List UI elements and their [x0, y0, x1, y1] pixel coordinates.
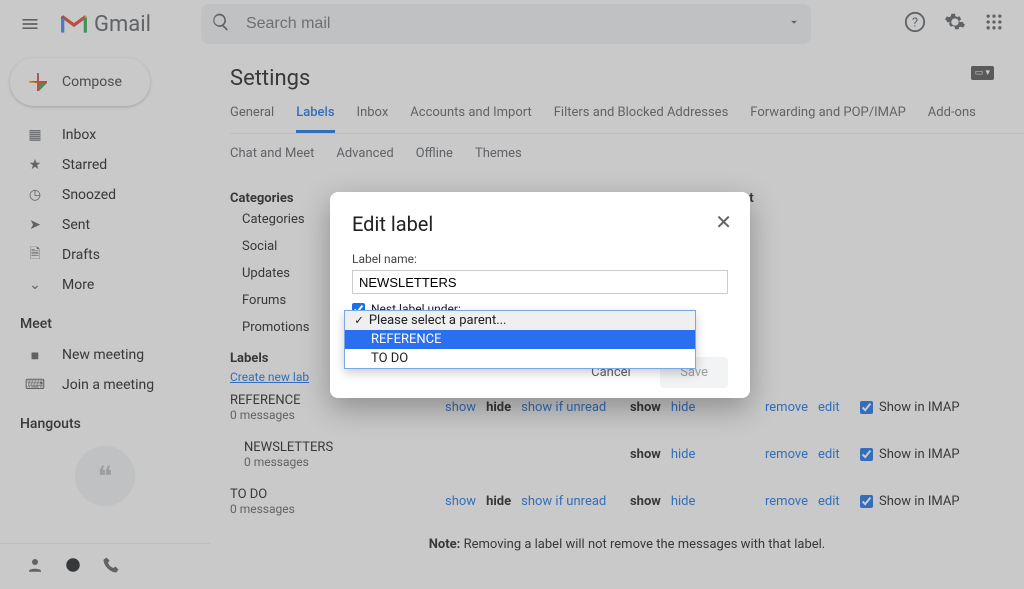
dropdown-placeholder-option[interactable]: ✓ Please select a parent... — [345, 311, 695, 330]
check-icon: ✓ — [355, 313, 363, 328]
parent-label-dropdown[interactable]: ✓ Please select a parent... REFERENCE TO… — [344, 310, 696, 369]
close-icon[interactable]: ✕ — [715, 210, 732, 234]
dropdown-option-reference[interactable]: REFERENCE — [345, 330, 695, 349]
label-name-caption: Label name: — [352, 252, 728, 266]
dropdown-placeholder-label: Please select a parent... — [369, 313, 507, 328]
dialog-title: Edit label — [352, 212, 728, 236]
dropdown-option-todo[interactable]: TO DO — [345, 349, 695, 368]
dropdown-option-label: TO DO — [371, 351, 408, 366]
label-name-input[interactable] — [352, 270, 728, 294]
dropdown-option-label: REFERENCE — [371, 332, 442, 347]
